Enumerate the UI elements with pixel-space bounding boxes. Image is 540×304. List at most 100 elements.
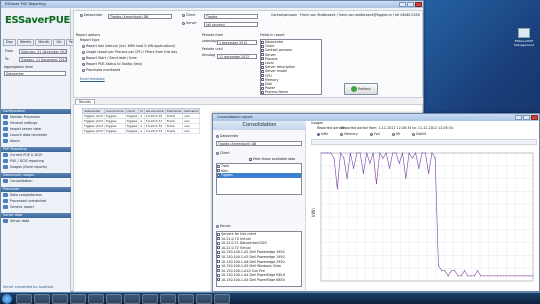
data-point xyxy=(366,152,368,154)
taskbar-item-explorer[interactable] xyxy=(16,294,32,304)
aggregation-select[interactable]: Datacenter xyxy=(4,71,66,76)
system-tray[interactable] xyxy=(506,295,536,303)
essaver-desktop-icon[interactable]: ESSaverPUE Management xyxy=(510,28,538,48)
data-point xyxy=(516,275,518,277)
taskbar-item-app[interactable] xyxy=(214,294,230,304)
data-point xyxy=(388,167,390,169)
report-type-option[interactable]: Processes monitored xyxy=(82,68,120,73)
data-point xyxy=(490,275,492,277)
data-point xyxy=(385,152,387,154)
taskbar-item-app[interactable] xyxy=(124,294,140,304)
list-icon xyxy=(3,199,8,203)
tab-day[interactable]: Day xyxy=(3,39,16,46)
from-label: From xyxy=(5,49,14,53)
column-header[interactable]: client/name xyxy=(103,108,126,114)
data-point xyxy=(477,270,479,272)
fields-list[interactable]: Datacenter Client Contact persoon Server… xyxy=(260,39,322,95)
server-radio[interactable]: Server xyxy=(216,224,231,229)
column-header[interactable]: firstname xyxy=(164,108,184,114)
tab-weeks[interactable]: Weeks xyxy=(16,39,35,46)
server-radio[interactable]: Server xyxy=(182,21,197,26)
datacenter-radio[interactable]: Datacenter xyxy=(216,134,238,139)
server-list[interactable]: Servers for this client 10.22.0.70 Virtu… xyxy=(216,231,302,287)
column-header[interactable]: servername xyxy=(143,108,166,114)
data-point xyxy=(480,275,482,277)
period-to-date[interactable]: 11 december 2012 xyxy=(217,54,257,59)
metric-kwh-radio[interactable]: kWh xyxy=(317,132,328,137)
close-button[interactable] xyxy=(531,115,538,120)
datacenter-radio[interactable]: Datacenter xyxy=(80,13,102,18)
data-point xyxy=(493,275,495,277)
taskbar-item-app[interactable] xyxy=(70,294,86,304)
report-type-option[interactable]: Report Start / Send date / time xyxy=(82,56,137,61)
metric-memory-radio[interactable]: Memory xyxy=(340,132,358,137)
datacenter-select[interactable]: Tiggles (Amersfoort) DB xyxy=(108,14,172,19)
window-title: ESSaver PUE Reporting xyxy=(5,2,46,6)
metric-disk-radio[interactable]: Diskl0 xyxy=(412,132,426,137)
datacenter-select[interactable]: Tiggles (Amersfoort) DB xyxy=(216,141,302,146)
taskbar-item-app[interactable] xyxy=(178,294,194,304)
nav-usages-excel[interactable]: Usages (Excel reports) xyxy=(1,164,71,170)
report-type-option[interactable]: Report last interval (incl. KWh load & K… xyxy=(82,44,175,49)
server-item[interactable]: 10.150.100.1-A5 Dell PowerEdge 6850 xyxy=(217,278,301,283)
client-radio[interactable]: Client xyxy=(216,151,230,156)
maximize-button[interactable] xyxy=(407,2,414,7)
chart-toolbar xyxy=(311,139,537,145)
window-titlebar: ESSaver PUE Reporting xyxy=(1,1,423,8)
usage-chart: kWh xyxy=(311,147,537,289)
import-icon xyxy=(3,127,8,131)
tab-month[interactable]: Month xyxy=(35,39,53,46)
report-type-option[interactable]: Usage report per Process per CPU / Fille… xyxy=(82,50,177,55)
maximize-button[interactable] xyxy=(523,115,530,120)
taskbar-item-app[interactable] xyxy=(160,294,176,304)
report-type-option[interactable]: Report PUE-Status to Tooltip (test) xyxy=(82,62,142,67)
nav-about[interactable]: About xyxy=(1,138,71,144)
field-item[interactable]: Process Name xyxy=(261,90,321,94)
data-point xyxy=(460,275,462,277)
data-point xyxy=(499,275,501,277)
from-date-picker[interactable]: Saturday, 01 December 2012 xyxy=(19,49,67,54)
hide-available-checkbox[interactable]: Hide those available data xyxy=(249,157,295,162)
taskbar-item-app[interactable] xyxy=(142,294,158,304)
refresh-button[interactable]: Refresh xyxy=(344,83,378,95)
nav-server-data[interactable]: Server data xyxy=(1,218,71,224)
metric-ihi-radio[interactable]: IHI xyxy=(391,132,400,137)
taskbar-item-app[interactable] xyxy=(196,294,212,304)
client-radio[interactable]: Client xyxy=(182,13,196,18)
data-point xyxy=(447,275,449,277)
data-point xyxy=(441,270,443,272)
period-to-label: Periode until xyxy=(202,47,223,51)
taskbar-item-app[interactable] xyxy=(106,294,122,304)
minimize-button[interactable] xyxy=(515,115,522,120)
nav-generic-report[interactable]: Generic report xyxy=(1,204,71,210)
start-button[interactable] xyxy=(2,294,12,304)
data-point xyxy=(320,152,322,154)
taskbar-item-app[interactable] xyxy=(88,294,104,304)
table-row[interactable]: Tiggles (Amf Tiggles Tiggles 1 10.22.0.73 Fra… xyxy=(82,128,201,134)
data-point xyxy=(323,152,325,154)
to-date-picker[interactable]: Tuesday, 11 December 2012 xyxy=(19,57,67,62)
data-point xyxy=(473,275,475,277)
close-button[interactable] xyxy=(415,2,422,7)
excel-template-link[interactable]: Excel template xyxy=(80,77,105,82)
client-select[interactable]: Tiggles xyxy=(204,14,258,19)
tab-qtr[interactable]: Qtr xyxy=(53,39,65,46)
consolidation-heading: Consolidation xyxy=(213,121,306,130)
data-point xyxy=(496,275,498,277)
aggregation-label: Aggregation level xyxy=(4,65,34,69)
metric-fvd-radio[interactable]: Fvd xyxy=(369,132,380,137)
reported-period-value: Reported period from: 1-12-2012 12:26:34… xyxy=(341,126,453,130)
data-point xyxy=(519,275,521,277)
taskbar-item-app[interactable] xyxy=(52,294,68,304)
data-point xyxy=(525,275,527,277)
client-item-selected[interactable]: Tiggles xyxy=(217,173,301,178)
period-from-date[interactable]: 1 december 2012 xyxy=(217,40,257,45)
column-header[interactable]: lastname xyxy=(182,108,201,114)
nav-consolidation[interactable]: Consolidation xyxy=(1,178,71,184)
data-point xyxy=(509,275,511,277)
taskbar-item-browser[interactable] xyxy=(34,294,50,304)
client-list[interactable]: Tiwis tibin Tiggles xyxy=(216,163,302,195)
minimize-button[interactable] xyxy=(399,2,406,7)
app-logo: ESSaverPUE xyxy=(5,15,71,26)
server-select[interactable]: (all servers) xyxy=(204,22,258,27)
